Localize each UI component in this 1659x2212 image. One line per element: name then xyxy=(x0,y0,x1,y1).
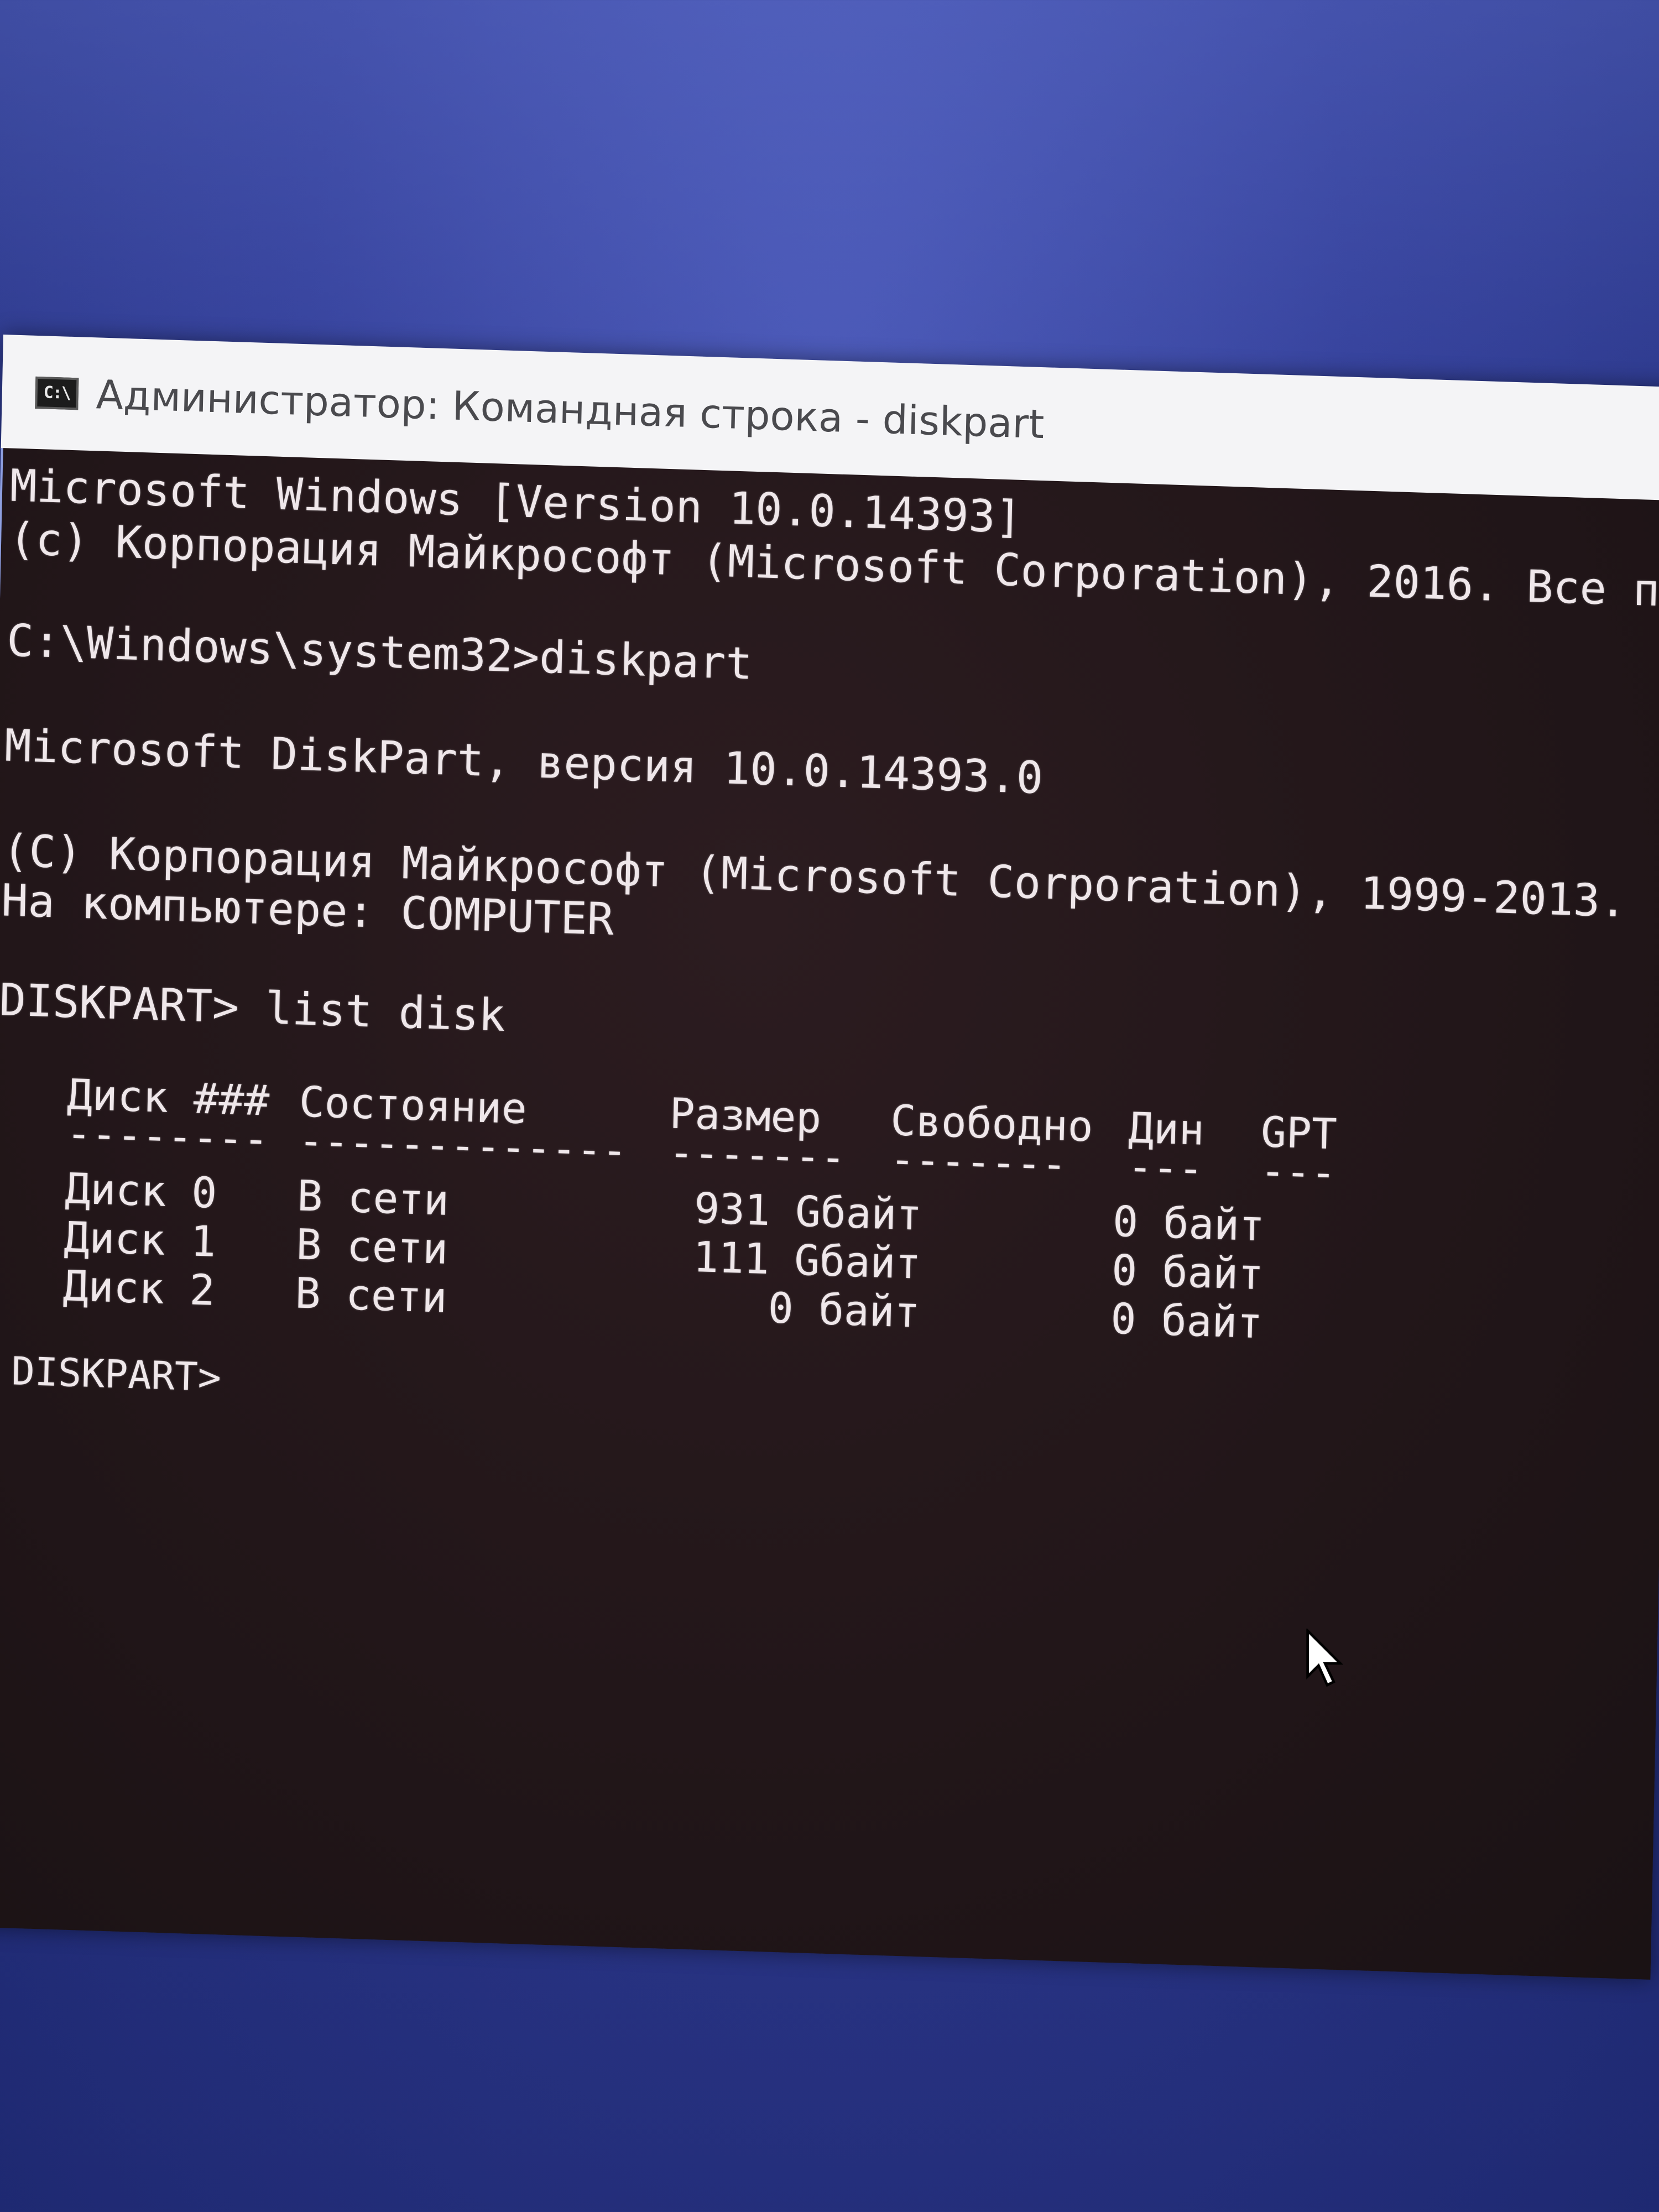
table-separator: ------- xyxy=(889,1134,1068,1190)
table-row-0-status: В сети xyxy=(296,1171,450,1225)
command-prompt-window[interactable]: C:\ Администратор: Командная строка - di… xyxy=(0,335,1659,1980)
table-row-2-free: 0 байт xyxy=(1110,1293,1263,1348)
table-row-0-disk: Диск 0 xyxy=(64,1164,218,1218)
table-separator: --- xyxy=(1259,1146,1337,1198)
table-row-2-status: В сети xyxy=(294,1268,448,1322)
table-row-2-size: 0 байт xyxy=(767,1283,921,1337)
table-separator: --- xyxy=(1127,1141,1204,1193)
console-line-prompt-diskpart: C:\Windows\system32>diskpart xyxy=(6,614,753,690)
console-line-list-disk-command: DISKPART> list disk xyxy=(0,974,506,1042)
table-separator: ------------- xyxy=(298,1115,628,1176)
mouse-pointer-icon xyxy=(1306,1629,1344,1687)
cmd-icon: C:\ xyxy=(35,376,79,410)
window-title: Администратор: Командная строка - diskpa… xyxy=(95,371,1045,447)
table-row-2-disk: Диск 2 xyxy=(62,1261,216,1315)
console-line-final-prompt[interactable]: DISKPART> xyxy=(11,1344,222,1404)
table-row-1-disk: Диск 1 xyxy=(63,1212,217,1266)
table-row-1-status: В сети xyxy=(295,1219,449,1274)
console-line-diskpart-version: Microsoft DiskPart, версия 10.0.14393.0 xyxy=(4,719,1044,804)
console-output[interactable]: Microsoft Windows [Version 10.0.14393] (… xyxy=(0,447,1659,1980)
table-separator: ------- xyxy=(668,1127,847,1182)
table-separator: -------- xyxy=(65,1108,269,1164)
